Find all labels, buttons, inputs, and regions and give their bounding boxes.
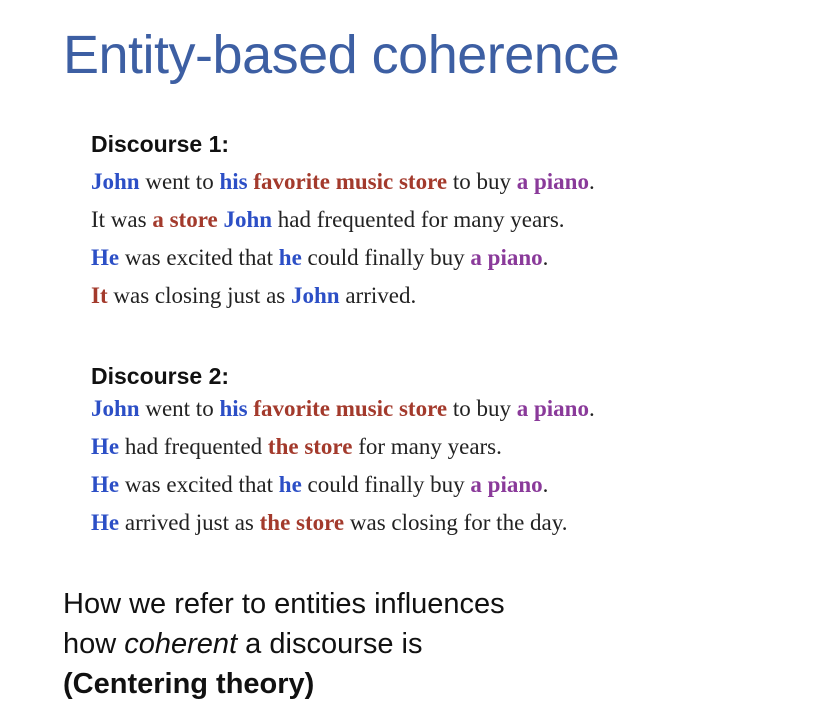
footer-text: How we refer to entities influences how … <box>63 584 505 704</box>
sentence-text: went to <box>139 169 220 194</box>
entity-mention-blue: John <box>91 396 140 421</box>
footer-line-1: How we refer to entities influences <box>63 588 505 620</box>
entity-mention-blue: he <box>278 472 302 497</box>
sentence-text: was excited that <box>119 472 279 497</box>
entity-mention-blue: John <box>223 207 273 232</box>
discourse-2-sentence: He was excited that he could finally buy… <box>91 470 548 500</box>
entity-mention-red: a store <box>152 207 218 232</box>
entity-mention-red: the store <box>267 434 353 459</box>
discourse-1-sentence: He was excited that he could finally buy… <box>91 243 548 273</box>
discourse-1-sentence: It was closing just as John arrived. <box>91 281 416 311</box>
footer-line-2: how coherent a discourse is <box>63 624 505 664</box>
sentence-text: . <box>588 396 595 421</box>
discourse-1-sentence: John went to his favorite music store to… <box>91 167 595 197</box>
entity-mention-blue: he <box>278 245 302 270</box>
footer-emphasis-coherent: coherent <box>124 628 238 660</box>
slide: Entity-based coherence Discourse 1: John… <box>0 0 827 707</box>
entity-mention-blue: He <box>91 510 120 535</box>
entity-mention-blue: He <box>91 434 120 459</box>
entity-mention-blue: his <box>219 396 248 421</box>
entity-mention-purple: a piano <box>516 169 589 194</box>
discourse-2-heading: Discourse 2: <box>91 363 230 389</box>
sentence-text: . <box>588 169 595 194</box>
discourse-2-sentence: He arrived just as the store was closing… <box>91 508 568 538</box>
discourse-2-sentence: He had frequented the store for many yea… <box>91 432 502 462</box>
sentence-text: was excited that <box>119 245 279 270</box>
slide-title: Entity-based coherence <box>63 25 620 85</box>
entity-mention-red: the store <box>259 510 345 535</box>
entity-mention-purple: a piano <box>516 396 589 421</box>
entity-mention-blue: John <box>91 169 140 194</box>
entity-mention-purple: a piano <box>470 472 543 497</box>
sentence-text: could finally buy <box>301 472 471 497</box>
footer-line-2-post: a discourse is <box>237 628 423 660</box>
sentence-text: to buy <box>447 169 517 194</box>
entity-mention-purple: a piano <box>470 245 543 270</box>
sentence-text: went to <box>139 396 220 421</box>
sentence-text: was closing for the day. <box>344 510 568 535</box>
sentence-text: It was <box>91 207 153 232</box>
entity-mention-red: It <box>91 283 108 308</box>
sentence-text: to buy <box>447 396 517 421</box>
sentence-text: . <box>542 245 549 270</box>
sentence-text: arrived. <box>339 283 417 308</box>
entity-mention-blue: He <box>91 472 120 497</box>
footer-centering-theory: (Centering theory) <box>63 668 315 700</box>
discourse-1-heading: Discourse 1: <box>91 131 230 157</box>
entity-mention-red: favorite music store <box>253 169 448 194</box>
sentence-text: had frequented <box>119 434 268 459</box>
discourse-1-sentence: It was a store John had frequented for m… <box>91 205 565 235</box>
sentence-text: . <box>542 472 549 497</box>
sentence-text: was closing just as <box>107 283 291 308</box>
entity-mention-blue: his <box>219 169 248 194</box>
sentence-text: had frequented for many years. <box>272 207 565 232</box>
footer-line-2-pre: how <box>63 628 125 660</box>
sentence-text: arrived just as <box>119 510 260 535</box>
discourse-2-sentence: John went to his favorite music store to… <box>91 394 595 424</box>
sentence-text: for many years. <box>352 434 502 459</box>
entity-mention-blue: He <box>91 245 120 270</box>
entity-mention-blue: John <box>290 283 340 308</box>
sentence-text: could finally buy <box>301 245 471 270</box>
entity-mention-red: favorite music store <box>253 396 448 421</box>
